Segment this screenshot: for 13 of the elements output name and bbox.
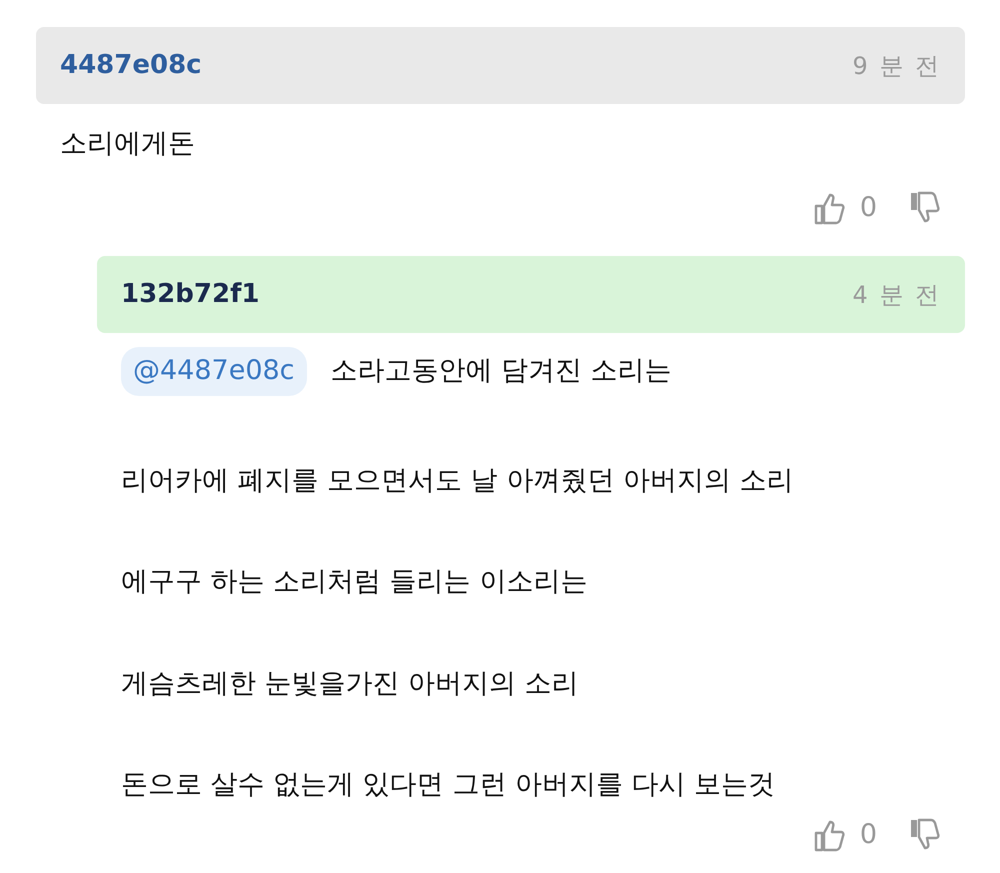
comment-text: 게슴츠레한 눈빛을가진 아버지의 소리 (121, 668, 579, 700)
timestamp: 9 분 전 (852, 50, 941, 82)
comment-text: 리어카에 폐지를 모으면서도 날 아껴줬던 아버지의 소리 (121, 464, 794, 498)
like-count: 0 (860, 818, 877, 852)
comment-text: 소라고동안에 담겨진 소리는 (330, 355, 672, 388)
mention-tag[interactable]: @4487e08c (121, 347, 307, 396)
author-name[interactable]: 132b72f1 (121, 275, 260, 314)
comment-text: 돈으로 살수 없는게 있다면 그런 아버지를 다시 보는것 (121, 769, 776, 802)
comment-text: 에구구 하는 소리처럼 들리는 이소리는 (121, 566, 588, 599)
timestamp: 4 분 전 (852, 280, 941, 311)
comment-text: 소리에게돈 (60, 128, 195, 160)
author-name[interactable]: 4487e08c (60, 46, 202, 85)
like-count: 0 (860, 191, 877, 226)
